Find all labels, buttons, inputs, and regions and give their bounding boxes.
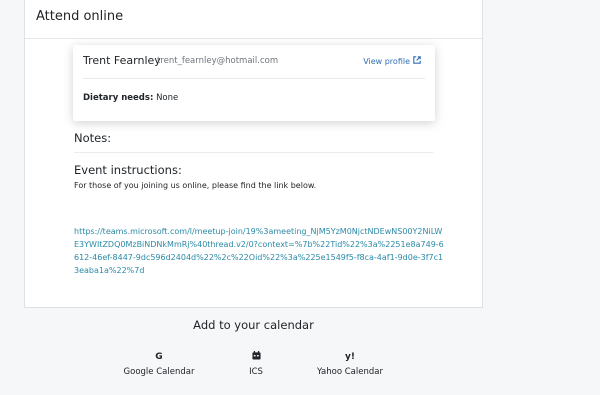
teams-meeting-link[interactable]: https://teams.microsoft.com/l/meetup-joi… [74, 225, 444, 277]
dietary-label: Dietary needs: [83, 93, 154, 103]
dietary-needs: Dietary needs: None [83, 93, 178, 103]
attend-online-panel: Attend online Trent Fearnley trent_fearn… [24, 0, 483, 308]
attendee-name: Trent Fearnley [83, 54, 161, 67]
google-icon: G [155, 352, 163, 362]
dietary-value: None [156, 93, 179, 103]
yahoo-calendar-label: Yahoo Calendar [317, 367, 383, 377]
google-calendar-label: Google Calendar [123, 367, 195, 377]
view-profile-label: View profile [363, 56, 410, 66]
panel-header: Attend online [25, 0, 482, 39]
calendar-icon [211, 351, 301, 364]
attendee-divider [83, 78, 425, 79]
ics-button[interactable]: ICS [211, 351, 301, 377]
event-instructions-label: Event instructions: [74, 163, 182, 177]
yahoo-icon: y! [345, 352, 355, 362]
add-to-calendar-heading: Add to your calendar [193, 318, 314, 332]
event-page: Attend online Trent Fearnley trent_fearn… [0, 0, 600, 395]
attendee-email: trent_fearnley@hotmail.com [157, 56, 279, 66]
notes-divider [74, 152, 433, 153]
yahoo-calendar-button[interactable]: y! Yahoo Calendar [305, 351, 395, 377]
ics-label: ICS [249, 367, 263, 377]
attendee-card: Trent Fearnley trent_fearnley@hotmail.co… [73, 45, 435, 121]
notes-label: Notes: [74, 131, 112, 145]
external-link-icon [413, 56, 421, 66]
event-instructions-text: For those of you joining us online, plea… [74, 181, 317, 190]
view-profile-link[interactable]: View profile [363, 56, 421, 66]
google-calendar-button[interactable]: G Google Calendar [114, 351, 204, 377]
panel-title: Attend online [36, 9, 124, 24]
